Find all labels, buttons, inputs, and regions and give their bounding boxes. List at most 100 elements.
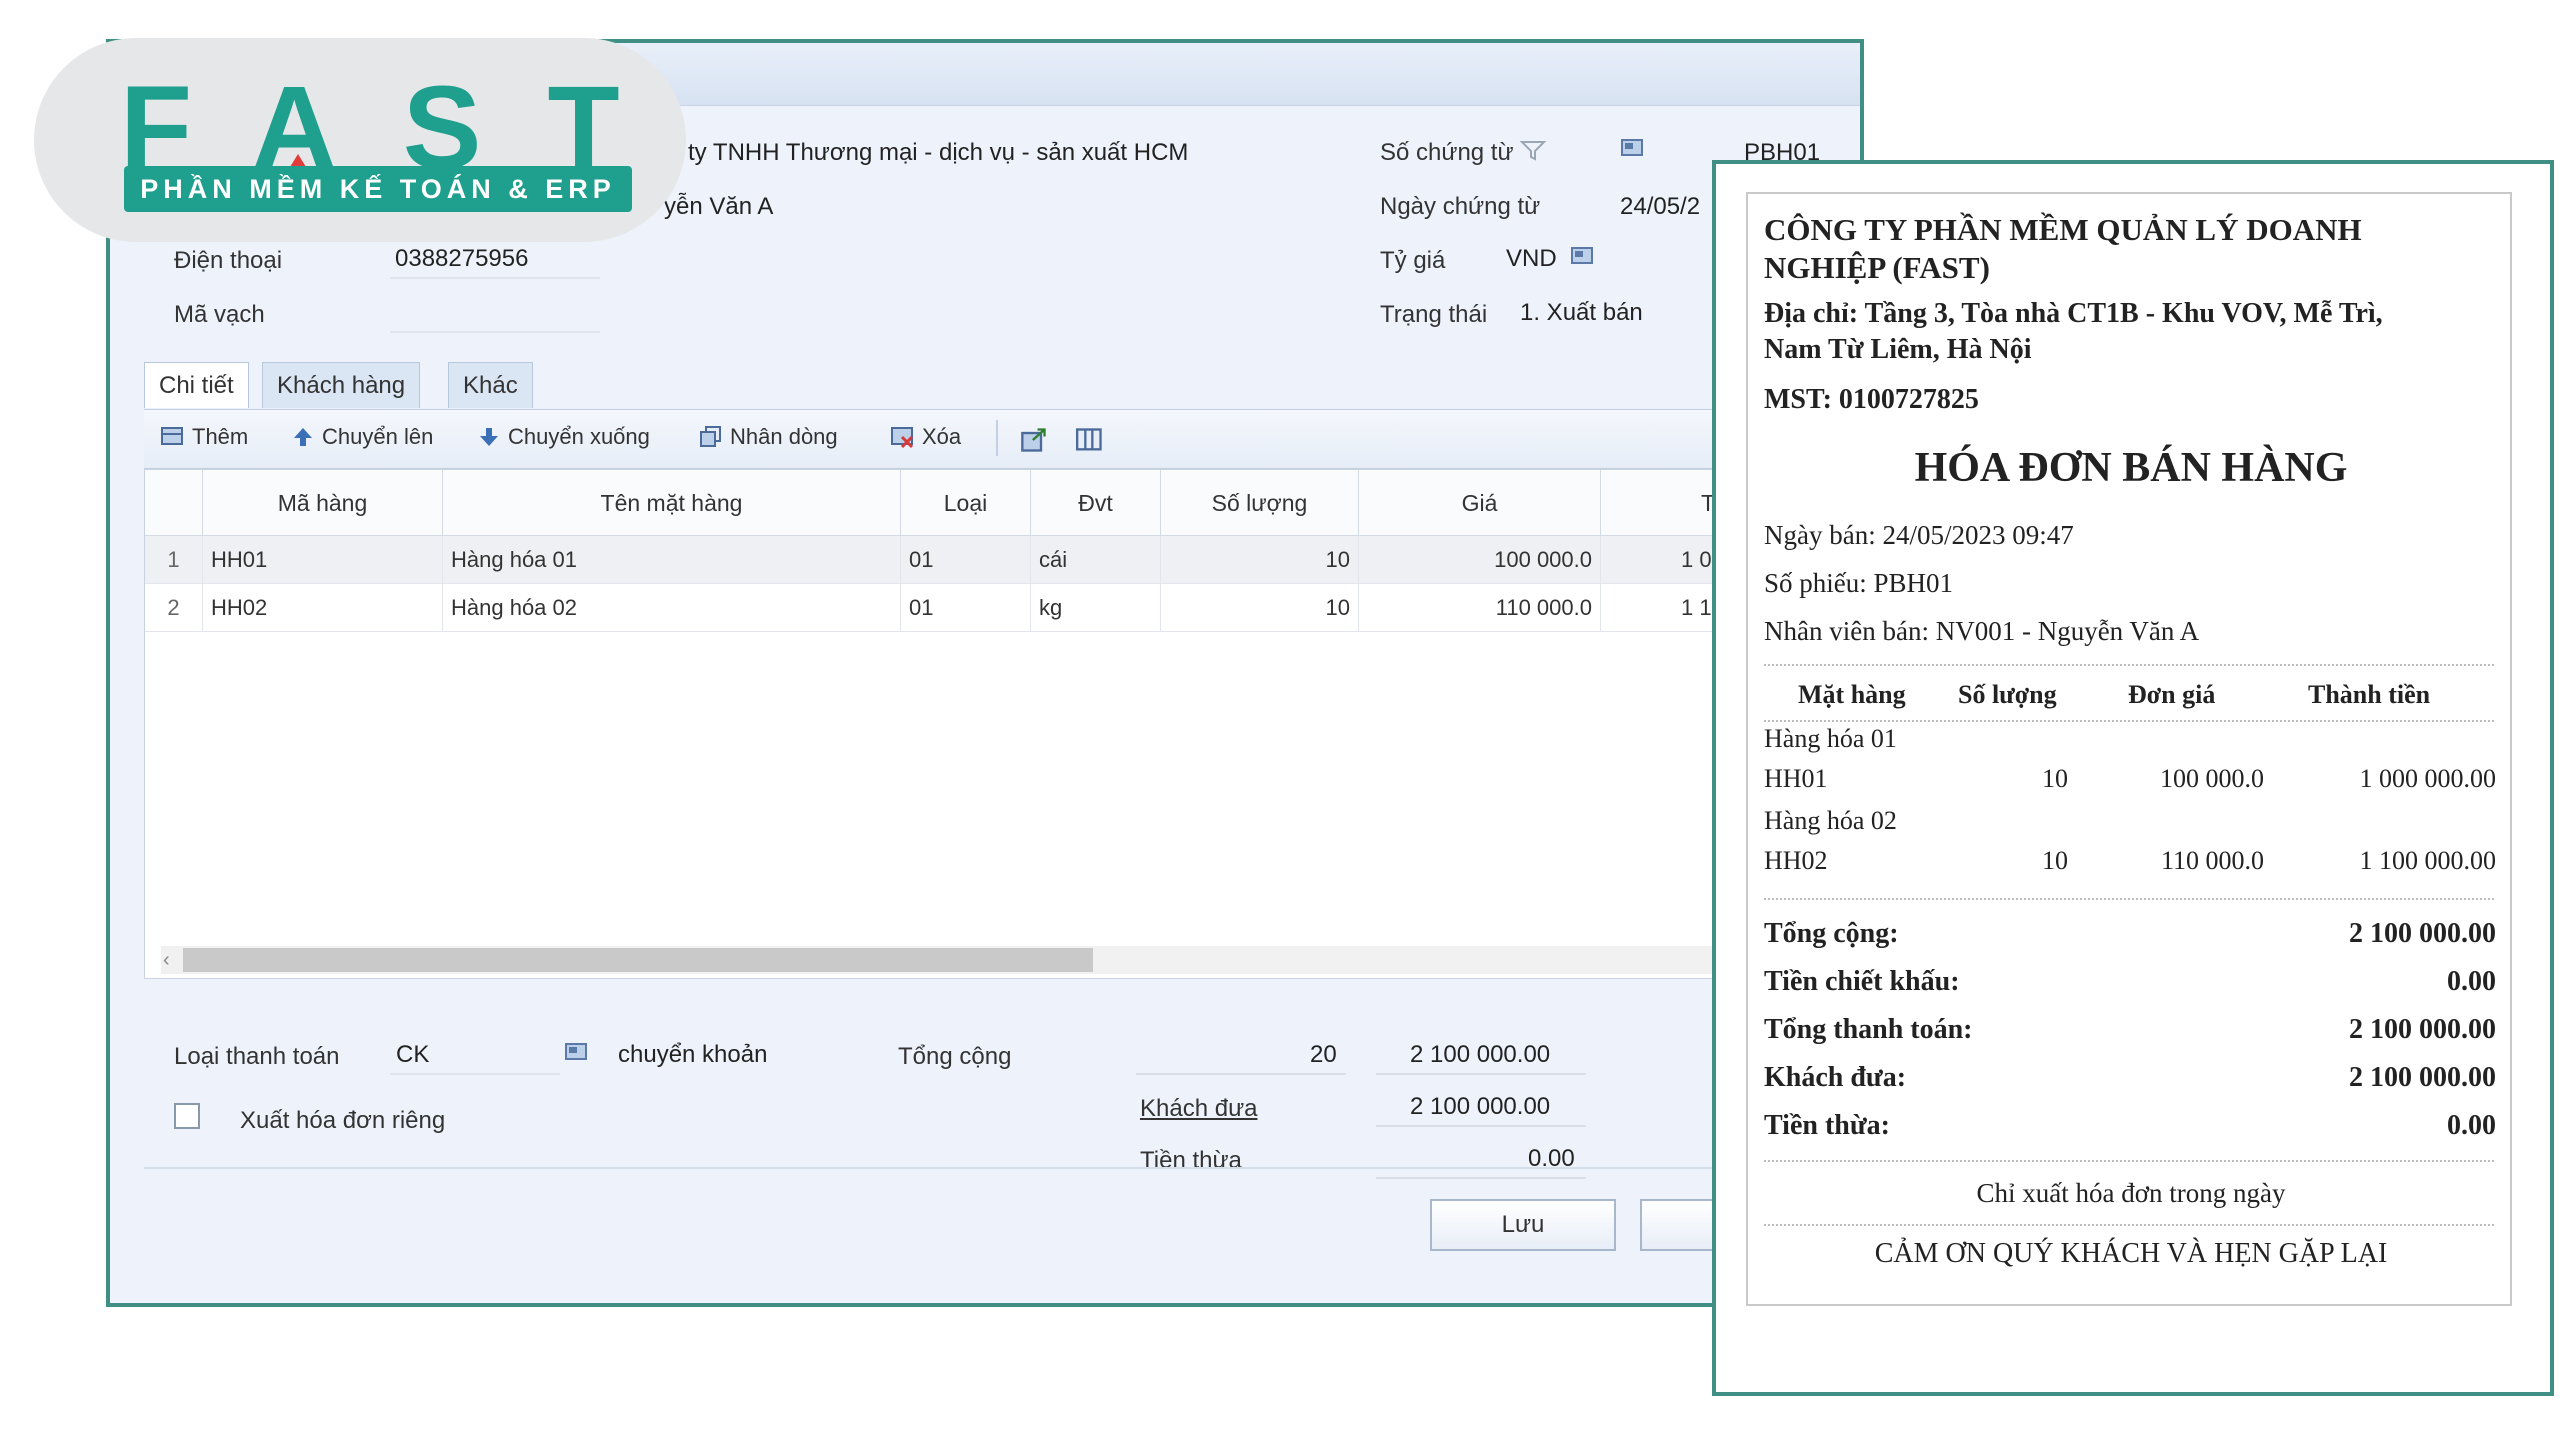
cell-type[interactable]: 01	[901, 536, 1031, 584]
horizontal-scrollbar[interactable]: ‹	[161, 946, 1831, 974]
doc-date-field[interactable]: 24/05/2	[1620, 193, 1700, 221]
add-button-label: Thêm	[192, 424, 249, 449]
detail-grid: Mã hàng Tên mặt hàng Loại Đvt Số lượng G…	[144, 469, 1845, 979]
save-button[interactable]: Lưu	[1430, 1199, 1616, 1251]
add-row-icon	[161, 427, 183, 445]
receipt-grand-total-label: Tổng thanh toán:	[1764, 1014, 1973, 1045]
phone-field[interactable]: 0388275956	[395, 245, 528, 273]
grid-header-rownum	[145, 470, 203, 536]
receipt-paid-label: Khách đưa:	[1764, 1062, 1907, 1093]
tab-detail[interactable]: Chi tiết	[144, 362, 249, 408]
filter-icon[interactable]	[1520, 139, 1546, 161]
receipt-item-qty: 10	[2042, 846, 2068, 875]
grid-header-unit[interactable]: Đvt	[1031, 470, 1161, 536]
customer-paid-label[interactable]: Khách đưa	[1140, 1095, 1257, 1123]
payment-code-line	[390, 1073, 560, 1075]
receipt-divider	[1764, 720, 2494, 722]
change-line	[1376, 1177, 1586, 1179]
change-label: Tiền thừa	[1140, 1147, 1242, 1174]
receipt-item-code: HH01	[1764, 764, 1828, 793]
receipt-divider	[1764, 664, 2494, 666]
delete-row-icon	[891, 427, 914, 449]
total-qty: 20	[1310, 1041, 1337, 1068]
payment-type-label: Loại thanh toán	[174, 1043, 340, 1070]
receipt-item-name: Hàng hóa 02	[1764, 806, 1897, 835]
receipt-col-qty: Số lượng	[1958, 680, 2057, 709]
cell-qty[interactable]: 10	[1161, 536, 1359, 584]
grid-header-type[interactable]: Loại	[901, 470, 1031, 536]
status-field[interactable]: 1. Xuất bán	[1520, 299, 1643, 327]
duplicate-row-button[interactable]: Nhân dòng	[698, 424, 838, 450]
status-label: Trạng thái	[1380, 301, 1488, 328]
move-down-button[interactable]: Chuyển xuống	[476, 424, 650, 450]
cell-qty[interactable]: 10	[1161, 584, 1359, 632]
phone-label: Điện thoại	[174, 247, 283, 274]
tab-customer[interactable]: Khách hàng	[262, 362, 421, 408]
row-number: 2	[145, 584, 203, 632]
cell-code[interactable]: HH01	[203, 536, 443, 584]
grid-toolbar: Thêm Chuyển lên Chuyển xuống Nhân dòng X…	[144, 409, 1844, 469]
add-button[interactable]: Thêm	[160, 424, 248, 450]
export-icon[interactable]	[1018, 426, 1050, 454]
receipt-note: Chỉ xuất hóa đơn trong ngày	[1976, 1178, 2286, 1208]
receipt-item-amount: 1 000 000.00	[2359, 764, 2497, 793]
tab-other[interactable]: Khác	[448, 362, 533, 408]
receipt-panel: CÔNG TY PHẦN MỀM QUẢN LÝ DOANH NGHIỆP (F…	[1712, 160, 2554, 1396]
grid-header-name[interactable]: Tên mặt hàng	[443, 470, 901, 536]
currency-field[interactable]: VND	[1506, 245, 1557, 273]
table-row[interactable]: 2 HH02 Hàng hóa 02 01 kg 10 110 000.0 1 …	[145, 584, 1845, 632]
receipt-col-price: Đơn giá	[2128, 680, 2216, 709]
columns-icon[interactable]	[1074, 426, 1106, 454]
receipt-divider	[1764, 898, 2494, 900]
receipt-col-item: Mặt hàng	[1798, 680, 1906, 709]
receipt-address-line2: Nam Từ Liêm, Hà Nội	[1764, 334, 2032, 365]
cell-name[interactable]: Hàng hóa 01	[443, 536, 901, 584]
receipt-item-code: HH02	[1764, 846, 1828, 875]
cell-type[interactable]: 01	[901, 584, 1031, 632]
payment-code-field[interactable]: CK	[396, 1041, 429, 1069]
fast-logo: FAST PHẦN MỀM KẾ TOÁN & ERP	[34, 38, 686, 242]
barcode-field[interactable]	[390, 331, 600, 333]
duplicate-row-label: Nhân dòng	[730, 424, 838, 449]
arrow-down-icon	[480, 428, 498, 446]
receipt-title: HÓA ĐƠN BÁN HÀNG	[1914, 445, 2348, 491]
receipt-company-line1: CÔNG TY PHẦN MỀM QUẢN LÝ DOANH	[1764, 212, 2362, 247]
total-amount-line	[1376, 1073, 1586, 1075]
receipt-change-value: 0.00	[2447, 1110, 2496, 1141]
scroll-left-arrow-icon[interactable]: ‹	[163, 946, 170, 974]
table-row[interactable]: 1 HH01 Hàng hóa 01 01 cái 10 100 000.0 1…	[145, 536, 1845, 584]
grid-header-price[interactable]: Giá	[1359, 470, 1601, 536]
move-up-button[interactable]: Chuyển lên	[290, 424, 433, 450]
receipt-discount-label: Tiền chiết khấu:	[1764, 966, 1960, 997]
separate-invoice-checkbox[interactable]	[174, 1103, 200, 1129]
receipt-item-price: 110 000.0	[2160, 846, 2264, 875]
move-up-label: Chuyển lên	[322, 424, 434, 449]
scrollbar-thumb[interactable]	[183, 948, 1093, 972]
receipt-change-label: Tiền thừa:	[1764, 1110, 1890, 1141]
footer-divider	[144, 1167, 1844, 1169]
currency-lookup-icon[interactable]	[1570, 245, 1596, 267]
receipt-item-amount: 1 100 000.00	[2359, 846, 2497, 875]
move-down-label: Chuyển xuống	[508, 424, 650, 449]
receipt-total-label: Tổng cộng:	[1764, 918, 1899, 949]
total-label: Tổng cộng	[898, 1043, 1012, 1070]
cell-unit[interactable]: kg	[1031, 584, 1161, 632]
total-qty-line	[1136, 1073, 1346, 1075]
receipt-company-line2: NGHIỆP (FAST)	[1764, 250, 1990, 285]
customer-paid-field[interactable]: 2 100 000.00	[1410, 1093, 1550, 1121]
receipt-paid-value: 2 100 000.00	[2349, 1062, 2496, 1093]
receipt-item-name: Hàng hóa 01	[1764, 724, 1897, 753]
grid-header-code[interactable]: Mã hàng	[203, 470, 443, 536]
receipt-tax-code: MST: 0100727825	[1764, 384, 1979, 415]
receipt-thanks: CẢM ƠN QUÝ KHÁCH VÀ HẸN GẶP LẠI	[1874, 1238, 2388, 1269]
delete-button[interactable]: Xóa	[890, 424, 961, 450]
cell-price[interactable]: 110 000.0	[1359, 584, 1601, 632]
cell-price[interactable]: 100 000.0	[1359, 536, 1601, 584]
cell-code[interactable]: HH02	[203, 584, 443, 632]
payment-lookup-icon[interactable]	[564, 1041, 590, 1063]
lookup-icon[interactable]	[1620, 137, 1646, 159]
cell-name[interactable]: Hàng hóa 02	[443, 584, 901, 632]
cell-unit[interactable]: cái	[1031, 536, 1161, 584]
arrow-up-icon	[294, 428, 312, 446]
grid-header-qty[interactable]: Số lượng	[1161, 470, 1359, 536]
